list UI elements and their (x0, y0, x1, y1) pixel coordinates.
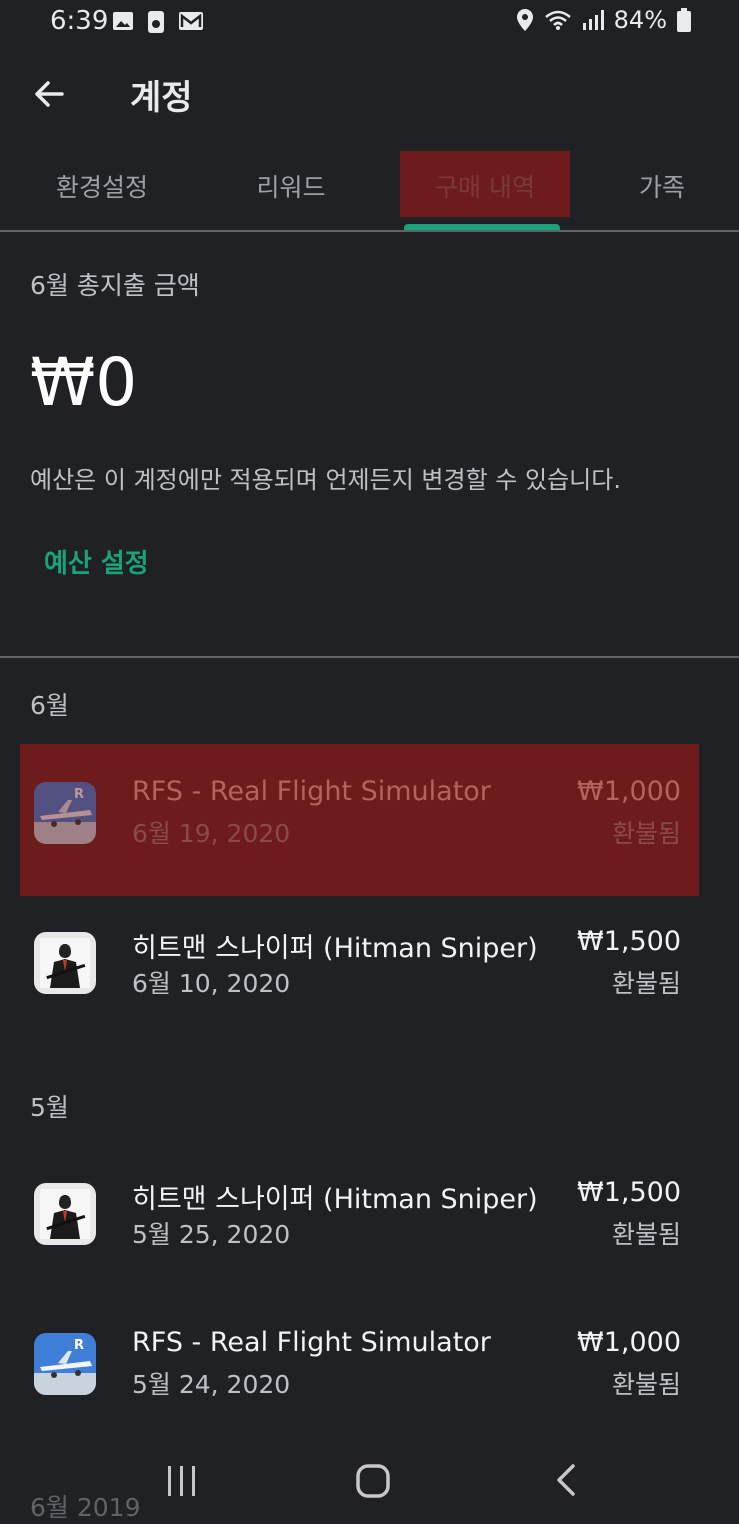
item-date: 6월 19, 2020 (132, 819, 291, 848)
back-button[interactable] (30, 74, 70, 114)
chevron-left-icon (557, 1464, 575, 1496)
system-nav-bar (0, 1440, 739, 1521)
tab-label: 구매 내역 (435, 173, 535, 202)
item-name: 히트맨 스나이퍼 (Hitman Sniper) (132, 1184, 538, 1215)
item-price: ₩1,500 (577, 926, 681, 957)
set-budget-link[interactable]: 예산 설정 (44, 543, 149, 580)
item-status: 환불됨 (611, 819, 681, 848)
battery-icon (677, 8, 691, 32)
tab-rewards[interactable]: 리워드 (236, 168, 346, 204)
page-title: 계정 (130, 78, 193, 118)
recent-apps-button[interactable] (160, 1462, 204, 1502)
mail-icon (179, 12, 203, 30)
notification-icons (112, 10, 204, 34)
item-status: 환불됨 (611, 1370, 681, 1399)
nav-back-button[interactable] (545, 1460, 589, 1504)
section-divider (0, 656, 739, 658)
budget-note: 예산은 이 계정에만 적용되며 언제든지 변경할 수 있습니다. (30, 466, 621, 494)
arrow-left-icon (35, 81, 64, 107)
purchase-row[interactable]: 히트맨 스나이퍼 (Hitman Sniper) 6월 10, 2020 ₩1,… (0, 896, 739, 1046)
monthly-spend-label: 6월 총지출 금액 (30, 271, 200, 300)
item-name: RFS - Real Flight Simulator (132, 1327, 491, 1358)
status-time: 6:39 (50, 6, 109, 36)
home-button[interactable] (350, 1460, 394, 1504)
tab-label: 가족 (638, 173, 685, 202)
home-icon (356, 1464, 390, 1498)
location-icon (516, 9, 533, 31)
item-price: ₩1,000 (577, 1327, 681, 1358)
purchase-row[interactable]: R RFS - Real Flight Simulator 6월 19, 202… (0, 746, 739, 896)
item-name: RFS - Real Flight Simulator (132, 776, 491, 807)
item-date: 6월 10, 2020 (132, 969, 291, 998)
purchase-row[interactable]: R RFS - Real Flight Simulator 5월 24, 202… (0, 1297, 739, 1447)
tab-label: 환경설정 (55, 173, 148, 202)
svg-text:R: R (74, 1338, 84, 1353)
tab-family[interactable]: 가족 (620, 168, 704, 204)
image-icon (113, 12, 133, 30)
camera-icon (148, 11, 164, 33)
rfs-app-icon: R (34, 1333, 96, 1395)
battery-level: 84% (613, 6, 667, 34)
recent-apps-icon (168, 1466, 195, 1496)
item-price: ₩1,000 (577, 776, 681, 807)
purchase-row[interactable]: 히트맨 스나이퍼 (Hitman Sniper) 5월 25, 2020 ₩1,… (0, 1147, 739, 1297)
system-icons: 84% (516, 6, 691, 34)
item-date: 5월 25, 2020 (132, 1220, 291, 1249)
hitman-app-icon (34, 932, 96, 994)
item-name: 히트맨 스나이퍼 (Hitman Sniper) (132, 933, 538, 964)
section-header: 6월 (30, 691, 69, 720)
wifi-icon (544, 10, 571, 30)
tab-divider (0, 230, 739, 232)
hitman-app-icon (34, 1183, 96, 1245)
status-bar: 6:39 84% (0, 0, 739, 46)
signal-icon (582, 10, 604, 30)
item-status: 환불됨 (611, 1220, 681, 1249)
tab-preferences[interactable]: 환경설정 (40, 168, 164, 204)
tab-label: 리워드 (256, 173, 326, 202)
item-price: ₩1,500 (577, 1177, 681, 1208)
svg-text:R: R (74, 787, 84, 802)
tab-purchase-history[interactable]: 구매 내역 (400, 168, 570, 204)
item-status: 환불됨 (611, 969, 681, 998)
item-date: 5월 24, 2020 (132, 1370, 291, 1399)
monthly-spend-amount: ₩0 (30, 344, 138, 421)
section-header: 5월 (30, 1093, 69, 1122)
rfs-app-icon: R (34, 782, 96, 844)
